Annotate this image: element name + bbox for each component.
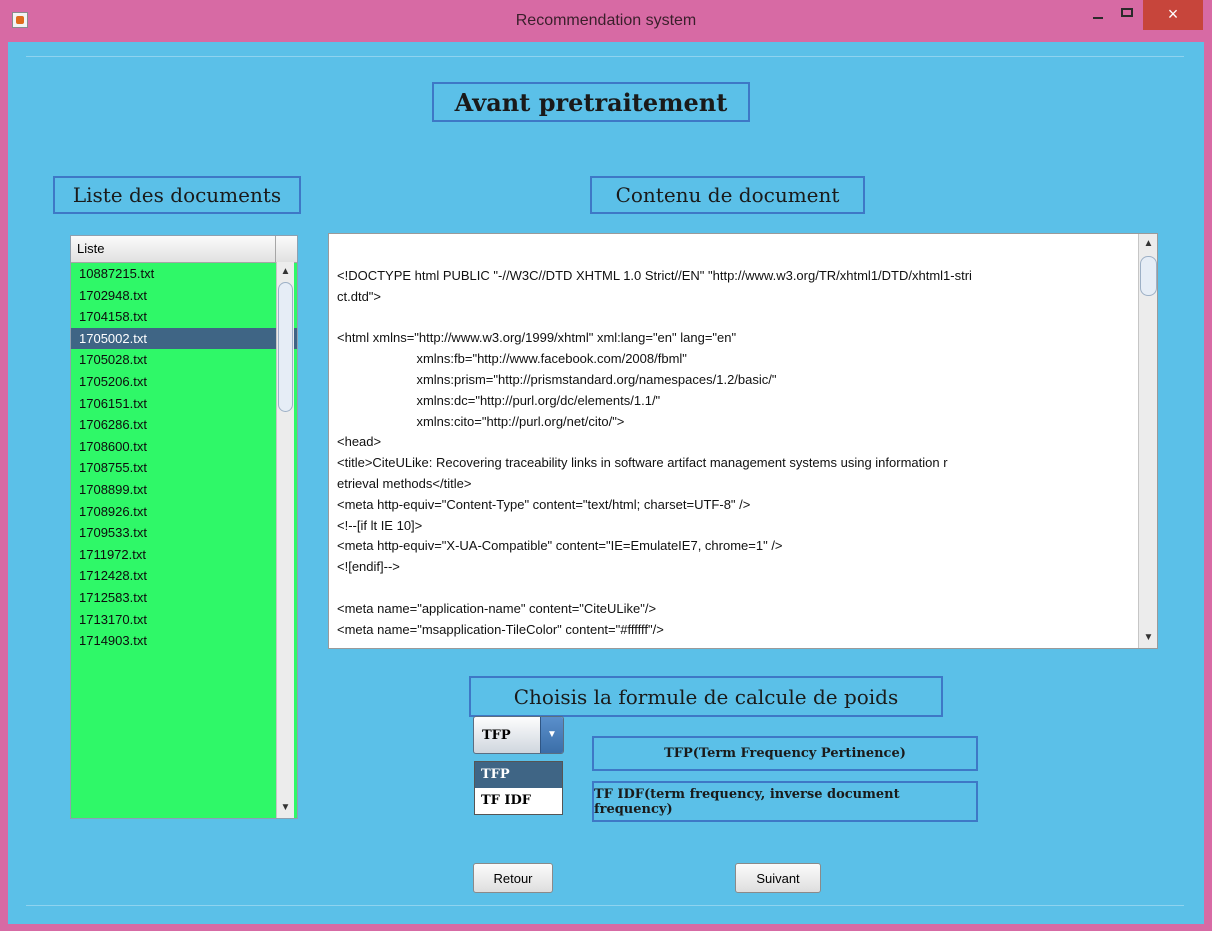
- list-item[interactable]: 1706286.txt: [71, 414, 297, 436]
- maximize-button[interactable]: [1114, 0, 1142, 30]
- list-scrollbar[interactable]: ▲ ▼: [276, 262, 294, 818]
- text-line: <title>CiteULike: Recovering traceabilit…: [337, 455, 948, 471]
- text-line: [337, 308, 1132, 329]
- list-item[interactable]: 1713170.txt: [71, 609, 297, 631]
- list-item[interactable]: 1705002.txt: [71, 327, 297, 350]
- text-line: etrieval methods</title>: [337, 475, 472, 491]
- text-line: xmlns:fb="http://www.facebook.com/2008/f…: [337, 351, 687, 367]
- formula-label: Choisis la formule de calcule de poids: [469, 676, 943, 717]
- text-line: xmlns:prism="http://prismstandard.org/na…: [337, 371, 777, 387]
- tfidf-description: TF IDF(term frequency, inverse document …: [592, 781, 978, 822]
- list-item[interactable]: 1712428.txt: [71, 565, 297, 587]
- list-item[interactable]: 1708926.txt: [71, 501, 297, 523]
- document-content-area[interactable]: <!DOCTYPE html PUBLIC "-//W3C//DTD XHTML…: [328, 233, 1158, 649]
- scroll-up-arrow-icon[interactable]: ▲: [1139, 236, 1157, 252]
- bottom-separator: [26, 905, 1184, 906]
- list-scroll-thumb[interactable]: [278, 282, 293, 412]
- list-item[interactable]: 1714903.txt: [71, 630, 297, 652]
- list-item[interactable]: 1712583.txt: [71, 587, 297, 609]
- formula-combo[interactable]: TFP ▼: [473, 716, 564, 754]
- text-line: <html xmlns="http://www.w3.org/1999/xhtm…: [337, 330, 737, 346]
- page-heading: Avant pretraitement: [432, 82, 750, 122]
- list-item[interactable]: 10887215.txt: [71, 263, 297, 285]
- list-item[interactable]: 1711972.txt: [71, 544, 297, 566]
- chevron-down-icon[interactable]: ▼: [540, 717, 563, 753]
- text-line: xmlns:cito="http://purl.org/net/cito/">: [337, 413, 625, 429]
- title-bar: Recommendation system ×: [0, 0, 1212, 42]
- doc-list-label: Liste des documents: [53, 176, 301, 214]
- list-item[interactable]: 1706151.txt: [71, 393, 297, 415]
- header-divider: [275, 236, 276, 262]
- text-line: <meta http-equiv="Content-Type" content=…: [337, 496, 751, 512]
- text-line: <!--[if lt IE 10]>: [337, 517, 423, 533]
- window-title: Recommendation system: [515, 12, 697, 29]
- scroll-down-arrow-icon[interactable]: ▼: [277, 800, 294, 816]
- list-item[interactable]: 1708755.txt: [71, 457, 297, 479]
- list-item[interactable]: 1709533.txt: [71, 522, 297, 544]
- text-line: <![endif]-->: [337, 559, 400, 575]
- doc-content-label: Contenu de document: [590, 176, 865, 214]
- close-icon: ×: [1167, 4, 1179, 24]
- list-item[interactable]: 1704158.txt: [71, 306, 297, 328]
- text-line: ct.dtd">: [337, 288, 382, 304]
- list-header[interactable]: Liste: [71, 236, 297, 263]
- top-separator: [26, 56, 1184, 57]
- close-button[interactable]: ×: [1143, 0, 1203, 30]
- content-scroll-thumb[interactable]: [1140, 256, 1157, 296]
- document-list[interactable]: Liste 10887215.txt 1702948.txt 1704158.txt…: [70, 235, 298, 819]
- text-line: <meta http-equiv="X-UA-Compatible" conte…: [337, 538, 783, 554]
- text-line: <head>: [337, 434, 382, 450]
- text-line: <!DOCTYPE html PUBLIC "-//W3C//DTD XHTML…: [337, 268, 972, 283]
- list-item[interactable]: 1708600.txt: [71, 436, 297, 458]
- formula-dropdown: TFP TF IDF: [474, 761, 563, 815]
- formula-option-tfidf[interactable]: TF IDF: [475, 788, 562, 814]
- minimize-button[interactable]: [1084, 0, 1112, 30]
- document-text: <!DOCTYPE html PUBLIC "-//W3C//DTD XHTML…: [337, 266, 1132, 640]
- text-line: xmlns:dc="http://purl.org/dc/elements/1.…: [337, 392, 661, 408]
- main-content: Avant pretraitement Liste des documents …: [8, 42, 1204, 924]
- content-scrollbar[interactable]: ▲ ▼: [1138, 234, 1157, 648]
- formula-option-tfp[interactable]: TFP: [475, 762, 562, 788]
- formula-selected: TFP: [482, 728, 511, 743]
- list-item[interactable]: 1705206.txt: [71, 371, 297, 393]
- text-line: <meta name="msapplication-TileColor" con…: [337, 621, 664, 637]
- list-item[interactable]: 1702948.txt: [71, 285, 297, 307]
- scroll-down-arrow-icon[interactable]: ▼: [1139, 630, 1157, 646]
- tfp-description: TFP(Term Frequency Pertinence): [592, 736, 978, 771]
- list-item[interactable]: 1705028.txt: [71, 349, 297, 371]
- text-line: [337, 578, 1132, 599]
- list-item[interactable]: 1708899.txt: [71, 479, 297, 501]
- back-button[interactable]: Retour: [473, 863, 553, 893]
- list-items: 10887215.txt 1702948.txt 1704158.txt 170500…: [71, 263, 297, 652]
- next-button[interactable]: Suivant: [735, 863, 821, 893]
- scroll-up-arrow-icon[interactable]: ▲: [277, 264, 294, 280]
- list-header-label: Liste: [77, 241, 105, 256]
- text-line: <meta name="application-name" content="C…: [337, 600, 657, 616]
